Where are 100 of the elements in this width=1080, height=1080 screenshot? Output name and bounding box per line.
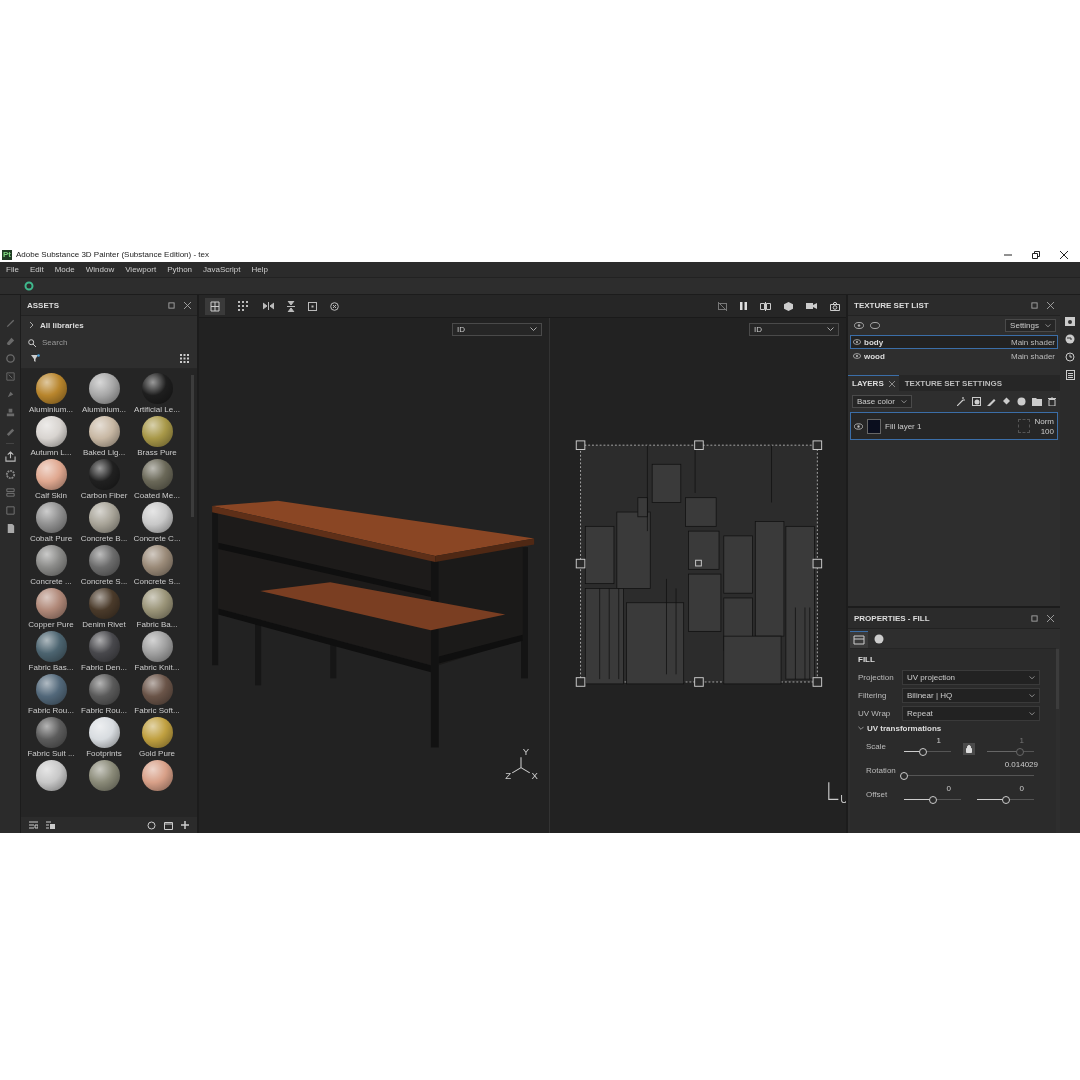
display-mode-dropdown[interactable]: ID	[452, 322, 542, 336]
material-preview[interactable]	[88, 760, 120, 791]
mirror-icon[interactable]	[263, 302, 274, 310]
display-mode-dropdown[interactable]: ID	[749, 322, 839, 336]
video-camera-icon[interactable]	[806, 302, 817, 310]
undock-icon[interactable]	[168, 301, 175, 309]
symmetry-icon[interactable]	[287, 300, 295, 312]
material-preview[interactable]	[35, 416, 67, 447]
camera-icon[interactable]	[830, 301, 840, 311]
dots-grid-icon[interactable]	[238, 301, 250, 311]
filter-icon[interactable]	[31, 354, 40, 363]
undock-icon[interactable]	[1031, 614, 1038, 622]
material-preview[interactable]	[35, 760, 67, 791]
material-preview[interactable]	[35, 674, 67, 705]
menu-item[interactable]: Edit	[29, 265, 44, 274]
mask-icon[interactable]	[972, 397, 981, 406]
focus-icon[interactable]	[308, 301, 317, 311]
material-preview[interactable]	[35, 631, 67, 662]
material-preview[interactable]	[35, 373, 67, 404]
menu-item[interactable]: Viewport	[125, 265, 157, 274]
material-preview[interactable]	[141, 502, 173, 533]
lock-icon[interactable]	[963, 743, 975, 755]
reset-icon[interactable]	[330, 301, 339, 311]
folder-icon[interactable]	[1032, 397, 1042, 406]
wand-icon[interactable]	[957, 397, 966, 406]
eye-icon[interactable]	[870, 322, 880, 329]
panel-tab[interactable]: TEXTURE SET SETTINGS	[900, 375, 1007, 391]
field-dropdown[interactable]: Bilinear | HQ	[902, 688, 1040, 703]
panel-tab[interactable]: LAYERS	[848, 375, 899, 391]
grid-icon[interactable]	[205, 297, 225, 315]
material-preview[interactable]	[141, 631, 173, 662]
eye-icon[interactable]	[854, 322, 864, 329]
folder-list-icon[interactable]	[46, 821, 55, 829]
refresh-icon[interactable]	[147, 820, 156, 830]
chevron-right-icon[interactable]	[29, 322, 34, 328]
clipboard-icon[interactable]	[1065, 370, 1075, 380]
material-preview[interactable]	[88, 674, 120, 705]
material-preview[interactable]	[88, 373, 120, 404]
globe-icon[interactable]	[1065, 334, 1075, 344]
add-icon[interactable]	[181, 821, 189, 829]
cube-icon[interactable]	[784, 301, 793, 311]
ring-icon[interactable]	[24, 281, 34, 291]
material-preview[interactable]	[141, 588, 173, 619]
close-icon[interactable]	[1060, 250, 1068, 259]
export-icon[interactable]	[4, 451, 16, 462]
grid-view-icon[interactable]	[180, 354, 189, 363]
material-preview[interactable]	[141, 674, 173, 705]
stack-icon[interactable]	[4, 487, 16, 498]
channel-dropdown[interactable]: Base color	[852, 395, 912, 408]
fill-properties-icon[interactable]	[850, 631, 868, 648]
material-preview[interactable]	[35, 588, 67, 619]
material-preview[interactable]	[141, 717, 173, 748]
menu-item[interactable]: File	[6, 265, 19, 274]
texture-set-row[interactable]: body Main shader	[850, 335, 1058, 349]
texture-set-row[interactable]: wood Main shader	[850, 349, 1058, 363]
menu-item[interactable]: Window	[85, 265, 115, 274]
menu-item[interactable]: JavaScript	[203, 265, 241, 274]
material-preview[interactable]	[141, 545, 173, 576]
camera-icon[interactable]	[1065, 317, 1075, 326]
material-preview[interactable]	[141, 459, 173, 490]
menu-item[interactable]: Mode	[54, 265, 75, 274]
field-dropdown[interactable]: Repeat	[902, 706, 1040, 721]
trash-icon[interactable]	[1048, 397, 1056, 406]
eye-icon[interactable]	[853, 353, 861, 359]
material-preview[interactable]	[88, 631, 120, 662]
material-preview[interactable]	[88, 545, 120, 576]
layer-row[interactable]: Fill layer 1 Norm 100	[850, 412, 1058, 440]
library-selector[interactable]: All libraries	[40, 320, 84, 330]
material-preview[interactable]	[88, 502, 120, 533]
chevron-down-icon	[1045, 323, 1051, 328]
undock-icon[interactable]	[1031, 301, 1038, 309]
blend-mode-dropdown[interactable]: Norm	[1034, 416, 1054, 426]
material-preview[interactable]	[88, 717, 120, 748]
search-field[interactable]: Search	[42, 338, 162, 347]
bucket-icon[interactable]	[1002, 397, 1011, 406]
brush-icon[interactable]	[987, 397, 996, 406]
menu-item[interactable]: Help	[251, 265, 268, 274]
restore-icon[interactable]	[1032, 250, 1040, 259]
eye-icon[interactable]	[854, 422, 863, 430]
pause-icon[interactable]	[740, 302, 747, 310]
material-preview[interactable]	[141, 760, 173, 791]
settings-dropdown[interactable]: Settings	[1005, 319, 1056, 332]
eye-icon[interactable]	[853, 339, 861, 345]
opacity-dropdown[interactable]: 100	[1040, 426, 1054, 436]
menu-item[interactable]: Python	[167, 265, 193, 274]
material-preview[interactable]	[88, 416, 120, 447]
slider-value: 0	[945, 784, 952, 794]
hide-icon[interactable]	[718, 301, 727, 311]
material-preview[interactable]	[35, 459, 67, 490]
history-icon[interactable]	[1065, 352, 1075, 362]
list-icon[interactable]	[29, 821, 38, 829]
field-dropdown[interactable]: UV projection	[902, 670, 1040, 685]
folder-icon[interactable]	[164, 820, 173, 830]
sphere-icon[interactable]	[1017, 397, 1026, 406]
material-preview[interactable]	[35, 502, 67, 533]
split-view-icon[interactable]	[760, 301, 771, 311]
group-header[interactable]: UV transformations	[858, 724, 1048, 733]
material-preview[interactable]	[35, 545, 67, 576]
material-preview[interactable]	[35, 717, 67, 748]
material-preview[interactable]	[141, 416, 173, 447]
